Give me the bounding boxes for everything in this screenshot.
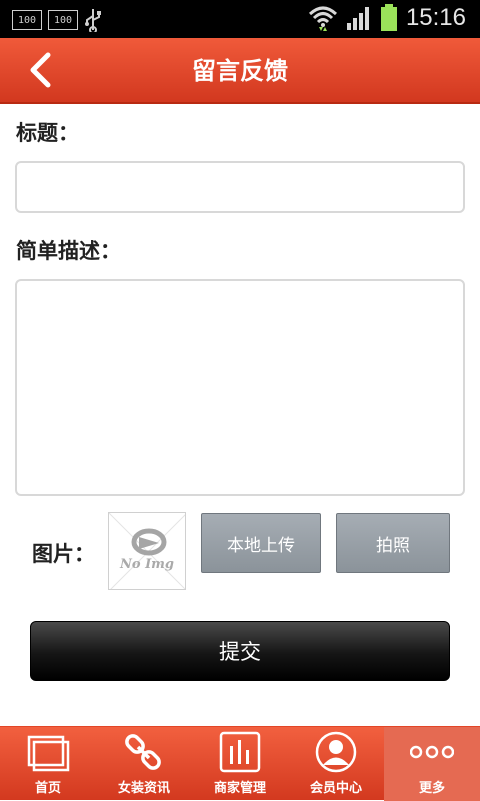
upload-local-button[interactable]: 本地上传 [201,513,321,573]
usb-icon [85,9,101,32]
nav-item-home[interactable]: 首页 [0,727,96,801]
chevron-left-icon [30,52,51,88]
more-icon [410,745,454,759]
image-label: 图片： [32,542,95,566]
no-image-text: No Img [119,557,174,572]
chart-icon [219,731,261,773]
home-icon [27,735,70,772]
storage-badge: 100 [12,10,42,30]
clock: 15:16 [405,4,466,31]
image-preview[interactable]: No Img [108,512,186,590]
back-button[interactable] [20,50,60,90]
nav-label-member: 会员中心 [309,781,362,796]
battery-icon [380,4,397,31]
submit-button[interactable]: 提交 [30,621,450,681]
take-photo-button[interactable]: 拍照 [336,513,450,573]
nav-item-fashion-news[interactable]: 女装资讯 [96,727,192,801]
nav-item-member[interactable]: 会员中心 [288,727,384,801]
nav-label-more: 更多 [418,781,445,796]
description-textarea[interactable] [15,279,465,496]
storage-badge-2: 100 [48,10,78,30]
nav-label-merchant: 商家管理 [213,781,266,796]
bottom-nav: 首页 女装资讯 商家管理 会员中心 更多 [0,726,480,801]
title-input[interactable] [15,161,465,213]
status-right: 15:16 [308,4,466,32]
status-left: 100 100 [12,8,102,32]
user-icon [315,731,357,773]
description-label: 简单描述： [16,239,121,263]
title-label: 标题： [16,121,79,145]
nav-item-more[interactable]: 更多 [384,727,480,801]
link-icon [125,734,161,770]
nav-label-home: 首页 [34,781,61,796]
signal-icon [346,7,369,30]
wifi-icon [308,6,337,31]
nav-item-merchant[interactable]: 商家管理 [192,727,288,801]
header-bar: 留言反馈 [0,38,480,104]
page-title: 留言反馈 [192,57,288,85]
status-bar: 100 100 15:16 [0,0,480,38]
nav-label-fashion-news: 女装资讯 [117,781,170,796]
placeholder-image-icon [109,513,185,589]
